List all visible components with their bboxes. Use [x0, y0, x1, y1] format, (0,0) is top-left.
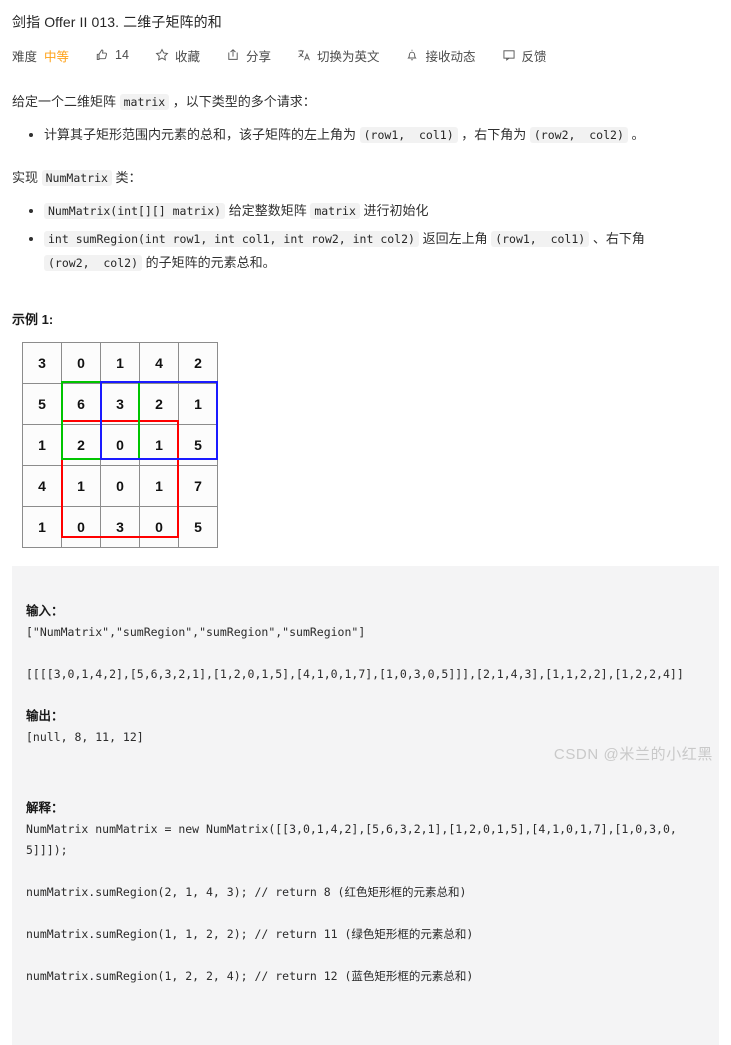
problem-meta-toolbar: 难度 中等 14 收藏 分享 切换为英文 接收动态 反馈 — [12, 45, 719, 65]
matrix-cell-3-3: 1 — [139, 465, 179, 507]
output-line: [null, 8, 11, 12] — [26, 730, 144, 744]
subscribe-label: 接收动态 — [425, 49, 476, 64]
impl-text-1: 实现 — [12, 170, 42, 185]
matrix-cell-2-4: 5 — [178, 424, 218, 466]
output-label: 输出： — [26, 709, 64, 723]
matrix-row: 10305 — [22, 506, 218, 548]
matrix-cell-4-0: 1 — [22, 506, 62, 548]
description-implement: 实现 NumMatrix 类： — [12, 167, 719, 189]
feedback-label: 反馈 — [521, 49, 547, 64]
share-label: 分享 — [245, 49, 271, 64]
subscribe-button[interactable]: 接收动态 — [405, 46, 476, 65]
example-heading: 示例 1: — [12, 312, 54, 327]
matrix-row: 12015 — [22, 424, 218, 466]
matrix-cell-3-2: 0 — [100, 465, 140, 507]
comment-icon — [502, 48, 516, 62]
matrix-cell-1-0: 5 — [22, 383, 62, 425]
list-item: NumMatrix(int[][] matrix) 给定整数矩阵 matrix … — [29, 199, 719, 223]
matrix-cell-3-1: 1 — [61, 465, 101, 507]
bullet2-text-a: 给定整数矩阵 — [225, 203, 311, 218]
matrix-cell-4-4: 5 — [178, 506, 218, 548]
like-count: 14 — [115, 48, 129, 62]
problem-page: 剑指 Offer II 013. 二维子矩阵的和 难度 中等 14 收藏 分享 … — [0, 0, 731, 1045]
favorite-label: 收藏 — [174, 49, 200, 64]
difficulty-indicator: 难度 中等 — [12, 46, 69, 65]
matrix-cell-0-2: 1 — [100, 342, 140, 384]
matrix-cell-4-3: 0 — [139, 506, 179, 548]
bullet1-text-b: ，右下角为 — [457, 127, 530, 142]
matrix-cell-0-3: 4 — [139, 342, 179, 384]
matrix-cell-3-4: 7 — [178, 465, 218, 507]
difficulty-value: 中等 — [44, 49, 70, 64]
bullet1-text-a: 计算其子矩形范围内元素的总和，该子矩阵的左上角为 — [44, 127, 360, 142]
matrix-row: 30142 — [22, 342, 218, 384]
explain-line-1: NumMatrix numMatrix = new NumMatrix([[3,… — [26, 822, 677, 857]
matrix-row: 41017 — [22, 465, 218, 507]
matrix-cell-4-2: 3 — [100, 506, 140, 548]
feedback-button[interactable]: 反馈 — [502, 46, 547, 65]
intro-text-1: 给定一个二维矩阵 — [12, 94, 120, 109]
description-bullets-1: 计算其子矩形范围内元素的总和，该子矩阵的左上角为 (row1, col1) ，右… — [12, 123, 719, 147]
inline-code-constructor: NumMatrix(int[][] matrix) — [44, 203, 226, 219]
explain-label: 解释： — [26, 801, 64, 815]
star-icon — [155, 48, 169, 62]
like-button[interactable]: 14 — [95, 48, 129, 62]
description-bullets-2: NumMatrix(int[][] matrix) 给定整数矩阵 matrix … — [12, 199, 719, 275]
matrix-cell-1-3: 2 — [139, 383, 179, 425]
description-intro: 给定一个二维矩阵 matrix ，以下类型的多个请求： — [12, 91, 719, 113]
explain-line-2: numMatrix.sumRegion(2, 1, 4, 3); // retu… — [26, 885, 467, 899]
matrix-grid: 3014256321120154101710305 — [22, 342, 218, 548]
inline-code-row2col2: (row2, col2) — [529, 127, 628, 143]
inline-code-row1col1-2: (row1, col1) — [491, 231, 590, 247]
matrix-row: 56321 — [22, 383, 218, 425]
matrix-cell-1-1: 6 — [61, 383, 101, 425]
list-item: int sumRegion(int row1, int col1, int ro… — [29, 227, 719, 275]
thumbs-up-icon — [95, 48, 109, 62]
share-icon — [226, 48, 240, 62]
bell-icon — [405, 48, 419, 62]
inline-code-nummatrix: NumMatrix — [41, 170, 112, 186]
inline-code-row2col2-2: (row2, col2) — [44, 255, 143, 271]
explain-line-4: numMatrix.sumRegion(1, 2, 2, 4); // retu… — [26, 969, 474, 983]
translate-label: 切换为英文 — [316, 49, 380, 64]
matrix-cell-2-3: 1 — [139, 424, 179, 466]
inline-code-matrix-2: matrix — [310, 203, 360, 219]
matrix-cell-3-0: 4 — [22, 465, 62, 507]
matrix-cell-2-2: 0 — [100, 424, 140, 466]
matrix-cell-0-4: 2 — [178, 342, 218, 384]
bullet3-text-b: 、右下角 — [589, 231, 645, 246]
intro-text-2: ，以下类型的多个请求： — [169, 94, 316, 109]
bullet2-text-b: 进行初始化 — [359, 203, 429, 218]
inline-code-matrix: matrix — [119, 94, 170, 110]
bullet1-text-c: 。 — [627, 127, 645, 142]
impl-text-2: 类： — [111, 170, 142, 185]
matrix-cell-2-0: 1 — [22, 424, 62, 466]
matrix-figure: 3014256321120154101710305 — [22, 342, 218, 548]
matrix-cell-0-1: 0 — [61, 342, 101, 384]
list-item: 计算其子矩形范围内元素的总和，该子矩阵的左上角为 (row1, col1) ，右… — [29, 123, 719, 147]
input-line-1: ["NumMatrix","sumRegion","sumRegion","su… — [26, 625, 366, 639]
favorite-button[interactable]: 收藏 — [155, 46, 200, 65]
inline-code-sumregion: int sumRegion(int row1, int col1, int ro… — [44, 231, 419, 247]
bullet3-text-a: 返回左上角 — [418, 231, 492, 246]
explain-line-3: numMatrix.sumRegion(1, 1, 2, 2); // retu… — [26, 927, 474, 941]
input-label: 输入： — [26, 604, 64, 618]
matrix-cell-1-4: 1 — [178, 383, 218, 425]
translate-button[interactable]: 切换为英文 — [297, 46, 380, 65]
matrix-cell-4-1: 0 — [61, 506, 101, 548]
matrix-cell-2-1: 2 — [61, 424, 101, 466]
input-line-2: [[[[3,0,1,4,2],[5,6,3,2,1],[1,2,0,1,5],[… — [26, 667, 684, 681]
matrix-cell-0-0: 3 — [22, 342, 62, 384]
matrix-cell-1-2: 3 — [100, 383, 140, 425]
inline-code-row1col1: (row1, col1) — [359, 127, 458, 143]
translate-icon — [297, 48, 311, 62]
bullet3-text-c: 的子矩阵的元素总和。 — [142, 255, 276, 270]
page-title: 剑指 Offer II 013. 二维子矩阵的和 — [12, 14, 222, 30]
difficulty-label: 难度 — [12, 49, 38, 64]
share-button[interactable]: 分享 — [226, 46, 271, 65]
example-code-block: 输入： ["NumMatrix","sumRegion","sumRegion"… — [12, 566, 719, 1045]
